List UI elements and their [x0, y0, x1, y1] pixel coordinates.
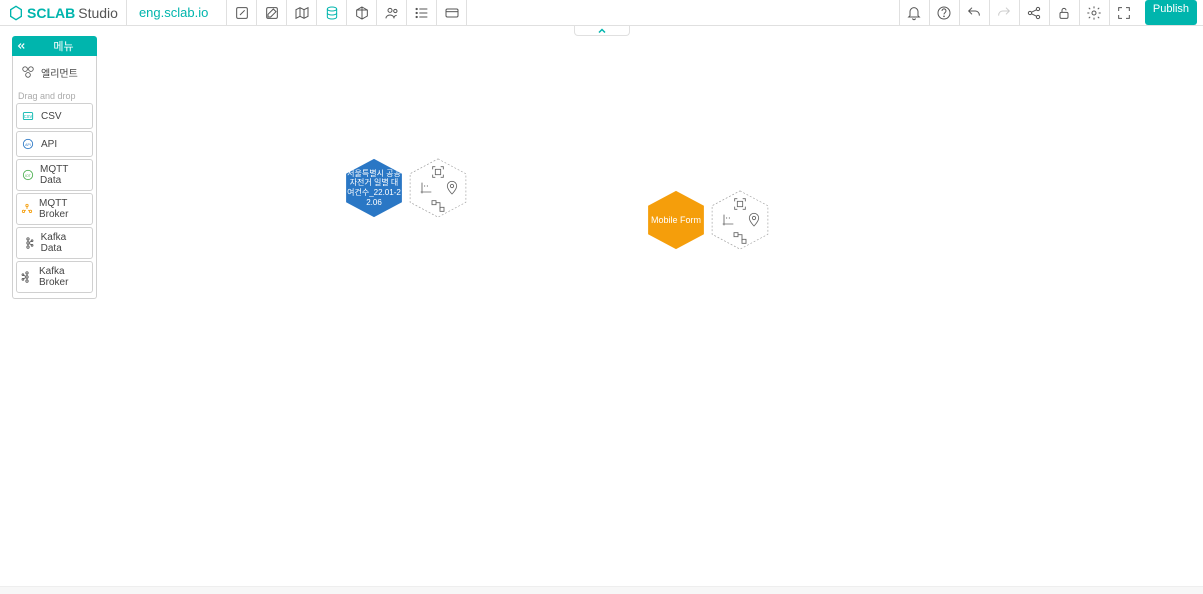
attach-flow-icon[interactable] [731, 229, 749, 247]
logo-main: SCLAB [27, 5, 75, 21]
sidebar-item-mqtt-broker[interactable]: MQTT Broker [16, 193, 93, 225]
tool-edit-icon[interactable] [227, 0, 257, 25]
sidebar: 메뉴 엘리먼트 Drag and drop CSV CSV API API IO… [12, 36, 97, 299]
node-mobile-form[interactable]: Mobile Form [645, 189, 771, 251]
fullscreen-icon[interactable] [1109, 0, 1139, 25]
app-logo: SCLAB Studio [0, 5, 126, 21]
svg-text:CSV: CSV [24, 114, 33, 119]
sidebar-section-label: Drag and drop [16, 87, 93, 103]
node-label: 서울특별시 공공자전거 일별 대여건수_22.01-22.06 [343, 169, 405, 207]
svg-text:IOT: IOT [25, 174, 32, 178]
attach-axis-icon[interactable] [719, 211, 737, 229]
sidebar-item-csv[interactable]: CSV CSV [16, 103, 93, 129]
sidebar-item-label: Kafka Data [41, 232, 89, 254]
sidebar-item-label: CSV [41, 111, 62, 122]
footer-bar [0, 586, 1203, 594]
undo-icon[interactable] [959, 0, 989, 25]
unlock-icon[interactable] [1049, 0, 1079, 25]
kafka-data-icon [20, 235, 36, 251]
logo-sub: Studio [78, 5, 118, 21]
project-name[interactable]: eng.sclab.io [126, 0, 227, 25]
mqtt-broker-icon [20, 201, 34, 217]
sidebar-collapse-icon[interactable] [12, 42, 30, 50]
elements-icon [20, 64, 36, 80]
tool-module-icon[interactable] [347, 0, 377, 25]
tool-list-icon[interactable] [407, 0, 437, 25]
attach-location-icon[interactable] [745, 211, 763, 229]
sidebar-header: 메뉴 [12, 36, 97, 56]
node-data-blue[interactable]: 서울특별시 공공자전거 일별 대여건수_22.01-22.06 [343, 157, 469, 219]
tool-card-icon[interactable] [437, 0, 467, 25]
canvas[interactable]: 서울특별시 공공자전거 일별 대여건수_22.01-22.06 Mobile F… [0, 26, 1203, 594]
publish-button[interactable]: Publish [1145, 0, 1197, 25]
sidebar-item-label: MQTT Data [40, 164, 89, 186]
sidebar-item-kafka-data[interactable]: Kafka Data [16, 227, 93, 259]
sidebar-item-kafka-broker[interactable]: Kafka Broker [16, 261, 93, 293]
node-attach-zone[interactable] [709, 189, 771, 251]
attach-axis-icon[interactable] [417, 179, 435, 197]
tool-form-icon[interactable] [257, 0, 287, 25]
sidebar-title: 메뉴 [30, 38, 97, 54]
logo-icon [8, 5, 24, 21]
csv-icon: CSV [20, 108, 36, 124]
mqtt-data-icon: IOT [20, 167, 35, 183]
svg-text:API: API [25, 143, 31, 147]
sidebar-item-label: Kafka Broker [39, 266, 89, 288]
notification-icon[interactable] [899, 0, 929, 25]
attach-location-icon[interactable] [443, 179, 461, 197]
kafka-broker-icon [20, 269, 34, 285]
sidebar-item-elements[interactable]: 엘리먼트 [16, 59, 93, 85]
redo-icon[interactable] [989, 0, 1019, 25]
panel-pull-tab[interactable] [574, 26, 630, 36]
sidebar-item-label: MQTT Broker [39, 198, 89, 220]
sidebar-item-mqtt-data[interactable]: IOT MQTT Data [16, 159, 93, 191]
node-attach-zone[interactable] [407, 157, 469, 219]
sidebar-item-api[interactable]: API API [16, 131, 93, 157]
help-icon[interactable] [929, 0, 959, 25]
attach-flow-icon[interactable] [429, 197, 447, 215]
tool-users-icon[interactable] [377, 0, 407, 25]
share-icon[interactable] [1019, 0, 1049, 25]
api-icon: API [20, 136, 36, 152]
tool-data-icon[interactable] [317, 0, 347, 25]
tool-map-icon[interactable] [287, 0, 317, 25]
sidebar-item-label: 엘리먼트 [41, 65, 78, 80]
sidebar-item-label: API [41, 139, 57, 150]
settings-icon[interactable] [1079, 0, 1109, 25]
node-label: Mobile Form [647, 215, 705, 226]
